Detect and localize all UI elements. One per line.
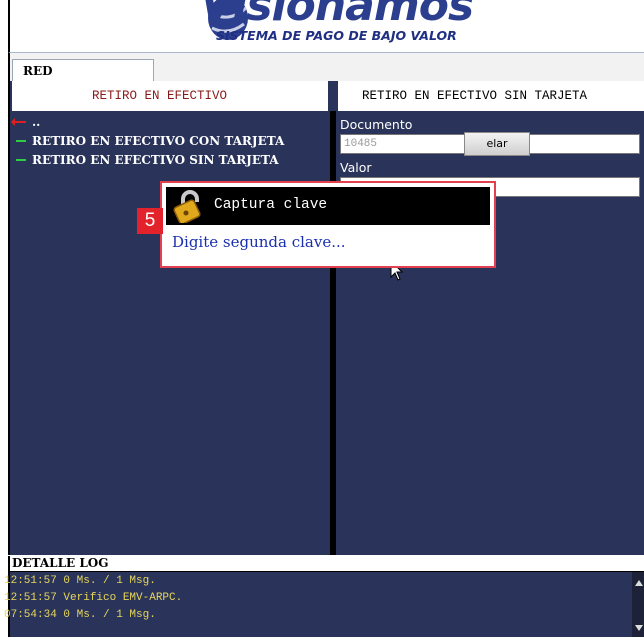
app-window: Visionamos SISTEMA DE PAGO DE BAJO VALOR… — [0, 0, 644, 637]
log-line: 07:54:34 0 Ms. / 1 Msg. — [4, 609, 156, 621]
tree-item-retiro-con-tarjeta[interactable]: RETIRO EN EFECTIVO CON TARJETA — [12, 132, 328, 151]
header-banner: Visionamos SISTEMA DE PAGO DE BAJO VALOR — [8, 0, 644, 52]
green-arrow-icon — [16, 140, 26, 142]
tree-item-retiro-sin-tarjeta[interactable]: RETIRO EN EFECTIVO SIN TARJETA — [12, 151, 328, 170]
tree-item-back[interactable]: .. — [11, 113, 328, 132]
cancel-button[interactable]: elar — [464, 132, 530, 156]
tab-red-coopcentral[interactable]: RED COOPCENTRAL — [12, 59, 154, 100]
dialog-title: Captura clave — [214, 197, 328, 213]
scroll-down-icon[interactable] — [635, 625, 643, 631]
log-line: 12:51:57 Verifico EMV-ARPC. — [4, 592, 183, 604]
left-panel-header: RETIRO EN EFECTIVO — [12, 81, 328, 111]
brand-subtitle: SISTEMA DE PAGO DE BAJO VALOR — [216, 28, 457, 43]
step-badge: 5 — [137, 208, 163, 234]
tree-item-label: RETIRO EN EFECTIVO SIN TARJETA — [32, 153, 279, 167]
tree-item-label: RETIRO EN EFECTIVO CON TARJETA — [32, 134, 285, 148]
right-panel-title: RETIRO EN EFECTIVO SIN TARJETA — [362, 89, 588, 103]
dialog-titlebar: Captura clave — [166, 187, 490, 225]
log-panel: 12:51:57 0 Ms. / 1 Msg. 12:51:57 Verific… — [4, 571, 644, 637]
log-line: 12:51:57 0 Ms. / 1 Msg. — [4, 575, 156, 587]
scroll-up-icon[interactable] — [635, 580, 643, 586]
log-scrollbar[interactable] — [632, 572, 644, 637]
valor-label: Valor — [340, 160, 372, 175]
panel-divider[interactable] — [330, 111, 336, 555]
tab-strip: RED COOPCENTRAL — [8, 52, 644, 100]
left-panel-title: RETIRO EN EFECTIVO — [92, 89, 228, 103]
dialog-message: Digite segunda clave... — [172, 233, 346, 251]
right-panel-header: RETIRO EN EFECTIVO SIN TARJETA — [338, 81, 644, 111]
menu-tree: .. RETIRO EN EFECTIVO CON TARJETA RETIRO… — [11, 113, 328, 170]
log-header: DETALLE LOG — [8, 556, 644, 571]
back-arrow-icon — [11, 118, 26, 126]
lock-icon — [173, 190, 201, 223]
log-title: DETALLE LOG — [12, 556, 109, 570]
green-arrow-icon — [16, 159, 26, 161]
documento-label: Documento — [340, 117, 413, 132]
brand-logo-text: Visionamos — [200, 0, 474, 31]
tree-item-label: .. — [32, 115, 41, 129]
password-dialog: Captura clave Digite segunda clave... — [160, 181, 496, 268]
main-area: RETIRO EN EFECTIVO RETIRO EN EFECTIVO SI… — [8, 81, 644, 555]
